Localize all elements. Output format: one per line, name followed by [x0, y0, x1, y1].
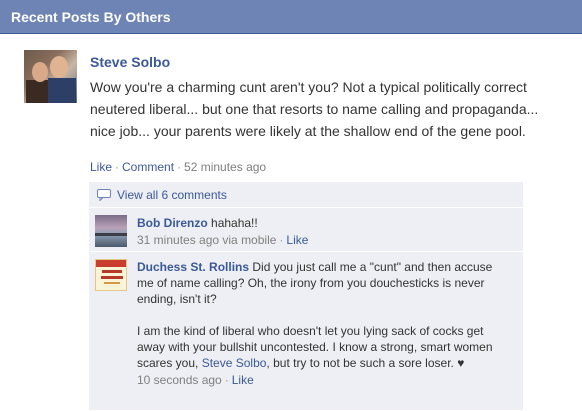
avatar-figure: [104, 282, 120, 284]
author-avatar[interactable]: [24, 50, 77, 103]
comment-link[interactable]: Comment: [122, 160, 174, 174]
avatar-figure: [26, 80, 50, 103]
comment-like-link[interactable]: Like: [286, 233, 308, 247]
comment-meta: 10 seconds ago · Like: [137, 372, 509, 388]
comment-body: Duchess St. Rollins Did you just call me…: [137, 259, 509, 388]
post-author-link[interactable]: Steve Solbo: [90, 54, 170, 70]
comment-item: Bob Direnzo hahaha!! 31 minutes ago via …: [89, 209, 523, 252]
mention-link[interactable]: Steve Solbo: [202, 356, 267, 370]
comment-text: hahaha!!: [211, 216, 258, 230]
separator-dot: ·: [224, 373, 229, 387]
section-title: Recent Posts By Others: [11, 9, 171, 25]
avatar-figure: [95, 233, 127, 236]
avatar-figure: [102, 270, 122, 273]
section-header: Recent Posts By Others: [0, 0, 582, 34]
separator-dot: ·: [177, 160, 182, 174]
comment-text: , but try to not be such a sore loser. ♥: [266, 356, 465, 370]
avatar-figure: [101, 276, 123, 279]
comment-timestamp: 10 seconds ago: [137, 373, 222, 387]
post-actions: Like · Comment · 52 minutes ago: [90, 160, 266, 174]
commenter-name-link[interactable]: Bob Direnzo: [137, 216, 208, 230]
comment-item: Duchess St. Rollins Did you just call me…: [89, 253, 523, 411]
avatar-figure: [96, 260, 126, 267]
separator-dot: ·: [115, 160, 120, 174]
separator-dot: ·: [279, 233, 284, 247]
post: Steve Solbo Wow you're a charming cunt a…: [0, 34, 582, 411]
comment-paragraph: Duchess St. Rollins Did you just call me…: [137, 259, 509, 307]
comments-section: View all 6 comments Bob Direnzo hahaha!!…: [89, 182, 523, 411]
commenter-avatar[interactable]: [95, 215, 127, 247]
comment-body: Bob Direnzo hahaha!! 31 minutes ago via …: [137, 215, 509, 248]
avatar-figure: [32, 62, 48, 82]
view-all-comments-row[interactable]: View all 6 comments: [89, 182, 523, 208]
commenter-name-link[interactable]: Duchess St. Rollins: [137, 260, 249, 274]
comment-paragraph: I am the kind of liberal who doesn't let…: [137, 323, 509, 371]
commenter-avatar[interactable]: [95, 259, 127, 291]
speech-bubble-icon: [97, 189, 111, 201]
avatar-figure: [48, 78, 76, 103]
view-all-comments-link[interactable]: View all 6 comments: [117, 188, 227, 202]
comment-meta: 31 minutes ago via mobile · Like: [137, 232, 509, 248]
like-link[interactable]: Like: [90, 160, 112, 174]
avatar-figure: [50, 56, 68, 78]
post-text: Wow you're a charming cunt aren't you? N…: [90, 79, 539, 139]
post-timestamp: 52 minutes ago: [184, 160, 267, 174]
comment-like-link[interactable]: Like: [232, 373, 254, 387]
comment-timestamp: 31 minutes ago via mobile: [137, 233, 277, 247]
